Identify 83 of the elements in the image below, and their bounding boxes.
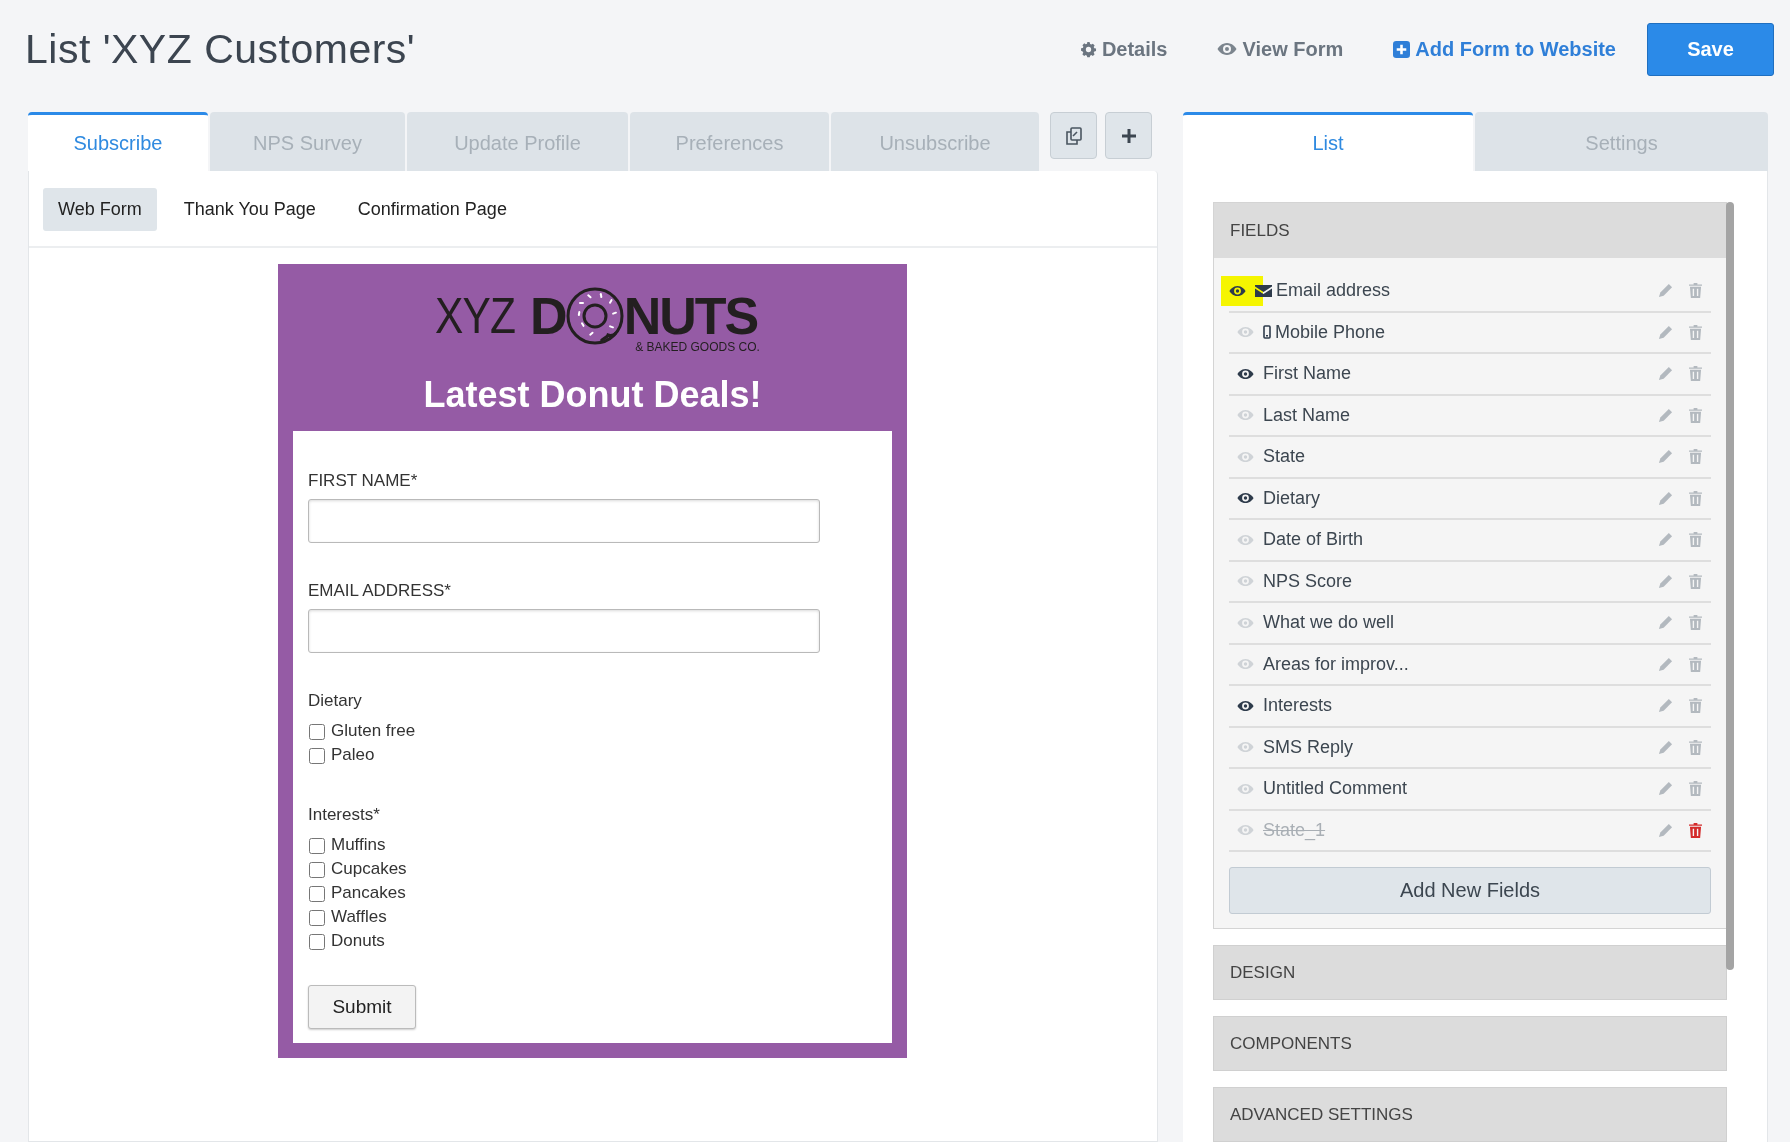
sub-tab[interactable]: Thank You Page: [168, 188, 331, 231]
pencil-icon[interactable]: [1658, 324, 1673, 340]
eye-icon[interactable]: [1237, 699, 1254, 712]
copy-icon: [1063, 125, 1084, 146]
field-name: NPS Score: [1263, 570, 1354, 592]
checkbox-label: Pancakes: [331, 883, 406, 903]
input-field[interactable]: [308, 609, 820, 653]
field-name: Untitled Comment: [1263, 778, 1409, 800]
sub-tab[interactable]: Confirmation Page: [342, 188, 522, 231]
section-header[interactable]: DESIGN: [1213, 945, 1727, 1000]
pencil-icon[interactable]: [1658, 615, 1673, 631]
checkbox[interactable]: [309, 910, 325, 926]
tab[interactable]: List: [1183, 112, 1473, 171]
add-form-link[interactable]: Add Form to Website: [1393, 37, 1616, 61]
plus-square-icon: [1393, 40, 1411, 58]
checkbox-label: Gluten free: [331, 721, 416, 741]
pencil-icon[interactable]: [1658, 366, 1673, 382]
section-header[interactable]: COMPONENTS: [1213, 1016, 1727, 1071]
field-name: State: [1263, 446, 1307, 468]
checkbox[interactable]: [309, 862, 325, 878]
save-button[interactable]: Save: [1647, 22, 1774, 76]
eye-icon[interactable]: [1237, 492, 1254, 505]
field-name: What we do well: [1263, 612, 1396, 634]
scrollbar[interactable]: [1726, 202, 1734, 970]
pencil-icon[interactable]: [1658, 822, 1673, 838]
settings-icon: [1079, 40, 1097, 58]
section-header[interactable]: ADVANCED SETTINGS: [1213, 1087, 1727, 1142]
logo-text: XYZ: [434, 287, 515, 345]
checkbox[interactable]: [309, 838, 325, 854]
checkbox-label: Donuts: [331, 931, 385, 951]
phone-icon: [1263, 325, 1271, 340]
sub-tab[interactable]: Web Form: [43, 188, 157, 231]
plus-icon: [1120, 127, 1137, 144]
logo-text: D: [530, 286, 566, 346]
field-label: FIRST NAME*: [308, 471, 419, 491]
tab[interactable]: Subscribe: [28, 112, 208, 171]
checkbox-label: Cupcakes: [331, 859, 407, 879]
checkbox[interactable]: [309, 724, 325, 740]
checkbox-label: Muffins: [331, 835, 386, 855]
donut-icon: [564, 286, 625, 346]
pencil-icon[interactable]: [1658, 781, 1673, 797]
checkbox-label: Paleo: [331, 745, 375, 765]
field-label: Dietary: [308, 691, 363, 711]
field-name: Interests: [1263, 695, 1334, 717]
envelope-icon: [1255, 284, 1272, 298]
field-name: State_1: [1263, 819, 1327, 841]
view-form-link[interactable]: View Form: [1217, 37, 1344, 61]
field-name: Email address: [1276, 280, 1392, 302]
pencil-icon[interactable]: [1658, 532, 1673, 548]
eye-icon[interactable]: [1237, 367, 1254, 380]
add-fields-button[interactable]: Add New Fields: [1229, 867, 1711, 914]
submit-button[interactable]: Submit: [308, 985, 416, 1029]
details-link[interactable]: Details: [1079, 37, 1168, 61]
field-name: SMS Reply: [1263, 736, 1355, 758]
form-heading: Latest Donut Deals!: [422, 374, 763, 416]
field-name: Dietary: [1263, 487, 1321, 509]
page-title: List 'XYZ Customers': [25, 25, 416, 73]
pencil-icon[interactable]: [1658, 698, 1673, 714]
pencil-icon[interactable]: [1658, 739, 1673, 755]
field-label: EMAIL ADDRESS*: [308, 581, 452, 601]
pencil-icon[interactable]: [1658, 656, 1673, 672]
eye-icon[interactable]: [1229, 284, 1246, 297]
input-field[interactable]: [308, 499, 820, 543]
add-tab-button[interactable]: [1105, 112, 1152, 159]
checkbox-label: Waffles: [331, 907, 387, 927]
copy-button[interactable]: [1050, 112, 1097, 159]
pencil-icon[interactable]: [1658, 283, 1673, 299]
pencil-icon[interactable]: [1658, 449, 1673, 465]
section-header[interactable]: FIELDS: [1214, 203, 1726, 258]
pencil-icon[interactable]: [1658, 573, 1673, 589]
field-name: Last Name: [1263, 404, 1352, 426]
field-label: Interests*: [308, 805, 381, 825]
field-name: First Name: [1263, 363, 1352, 385]
field-name: Date of Birth: [1263, 529, 1365, 551]
eye-icon: [1217, 42, 1238, 56]
checkbox[interactable]: [309, 748, 325, 764]
pencil-icon[interactable]: [1658, 407, 1673, 423]
checkbox[interactable]: [309, 886, 325, 902]
checkbox[interactable]: [309, 934, 325, 950]
pencil-icon[interactable]: [1658, 490, 1673, 506]
field-name: Mobile Phone: [1275, 321, 1387, 343]
trash-icon[interactable]: [1689, 822, 1702, 838]
field-name: Areas for improv...: [1263, 653, 1410, 675]
